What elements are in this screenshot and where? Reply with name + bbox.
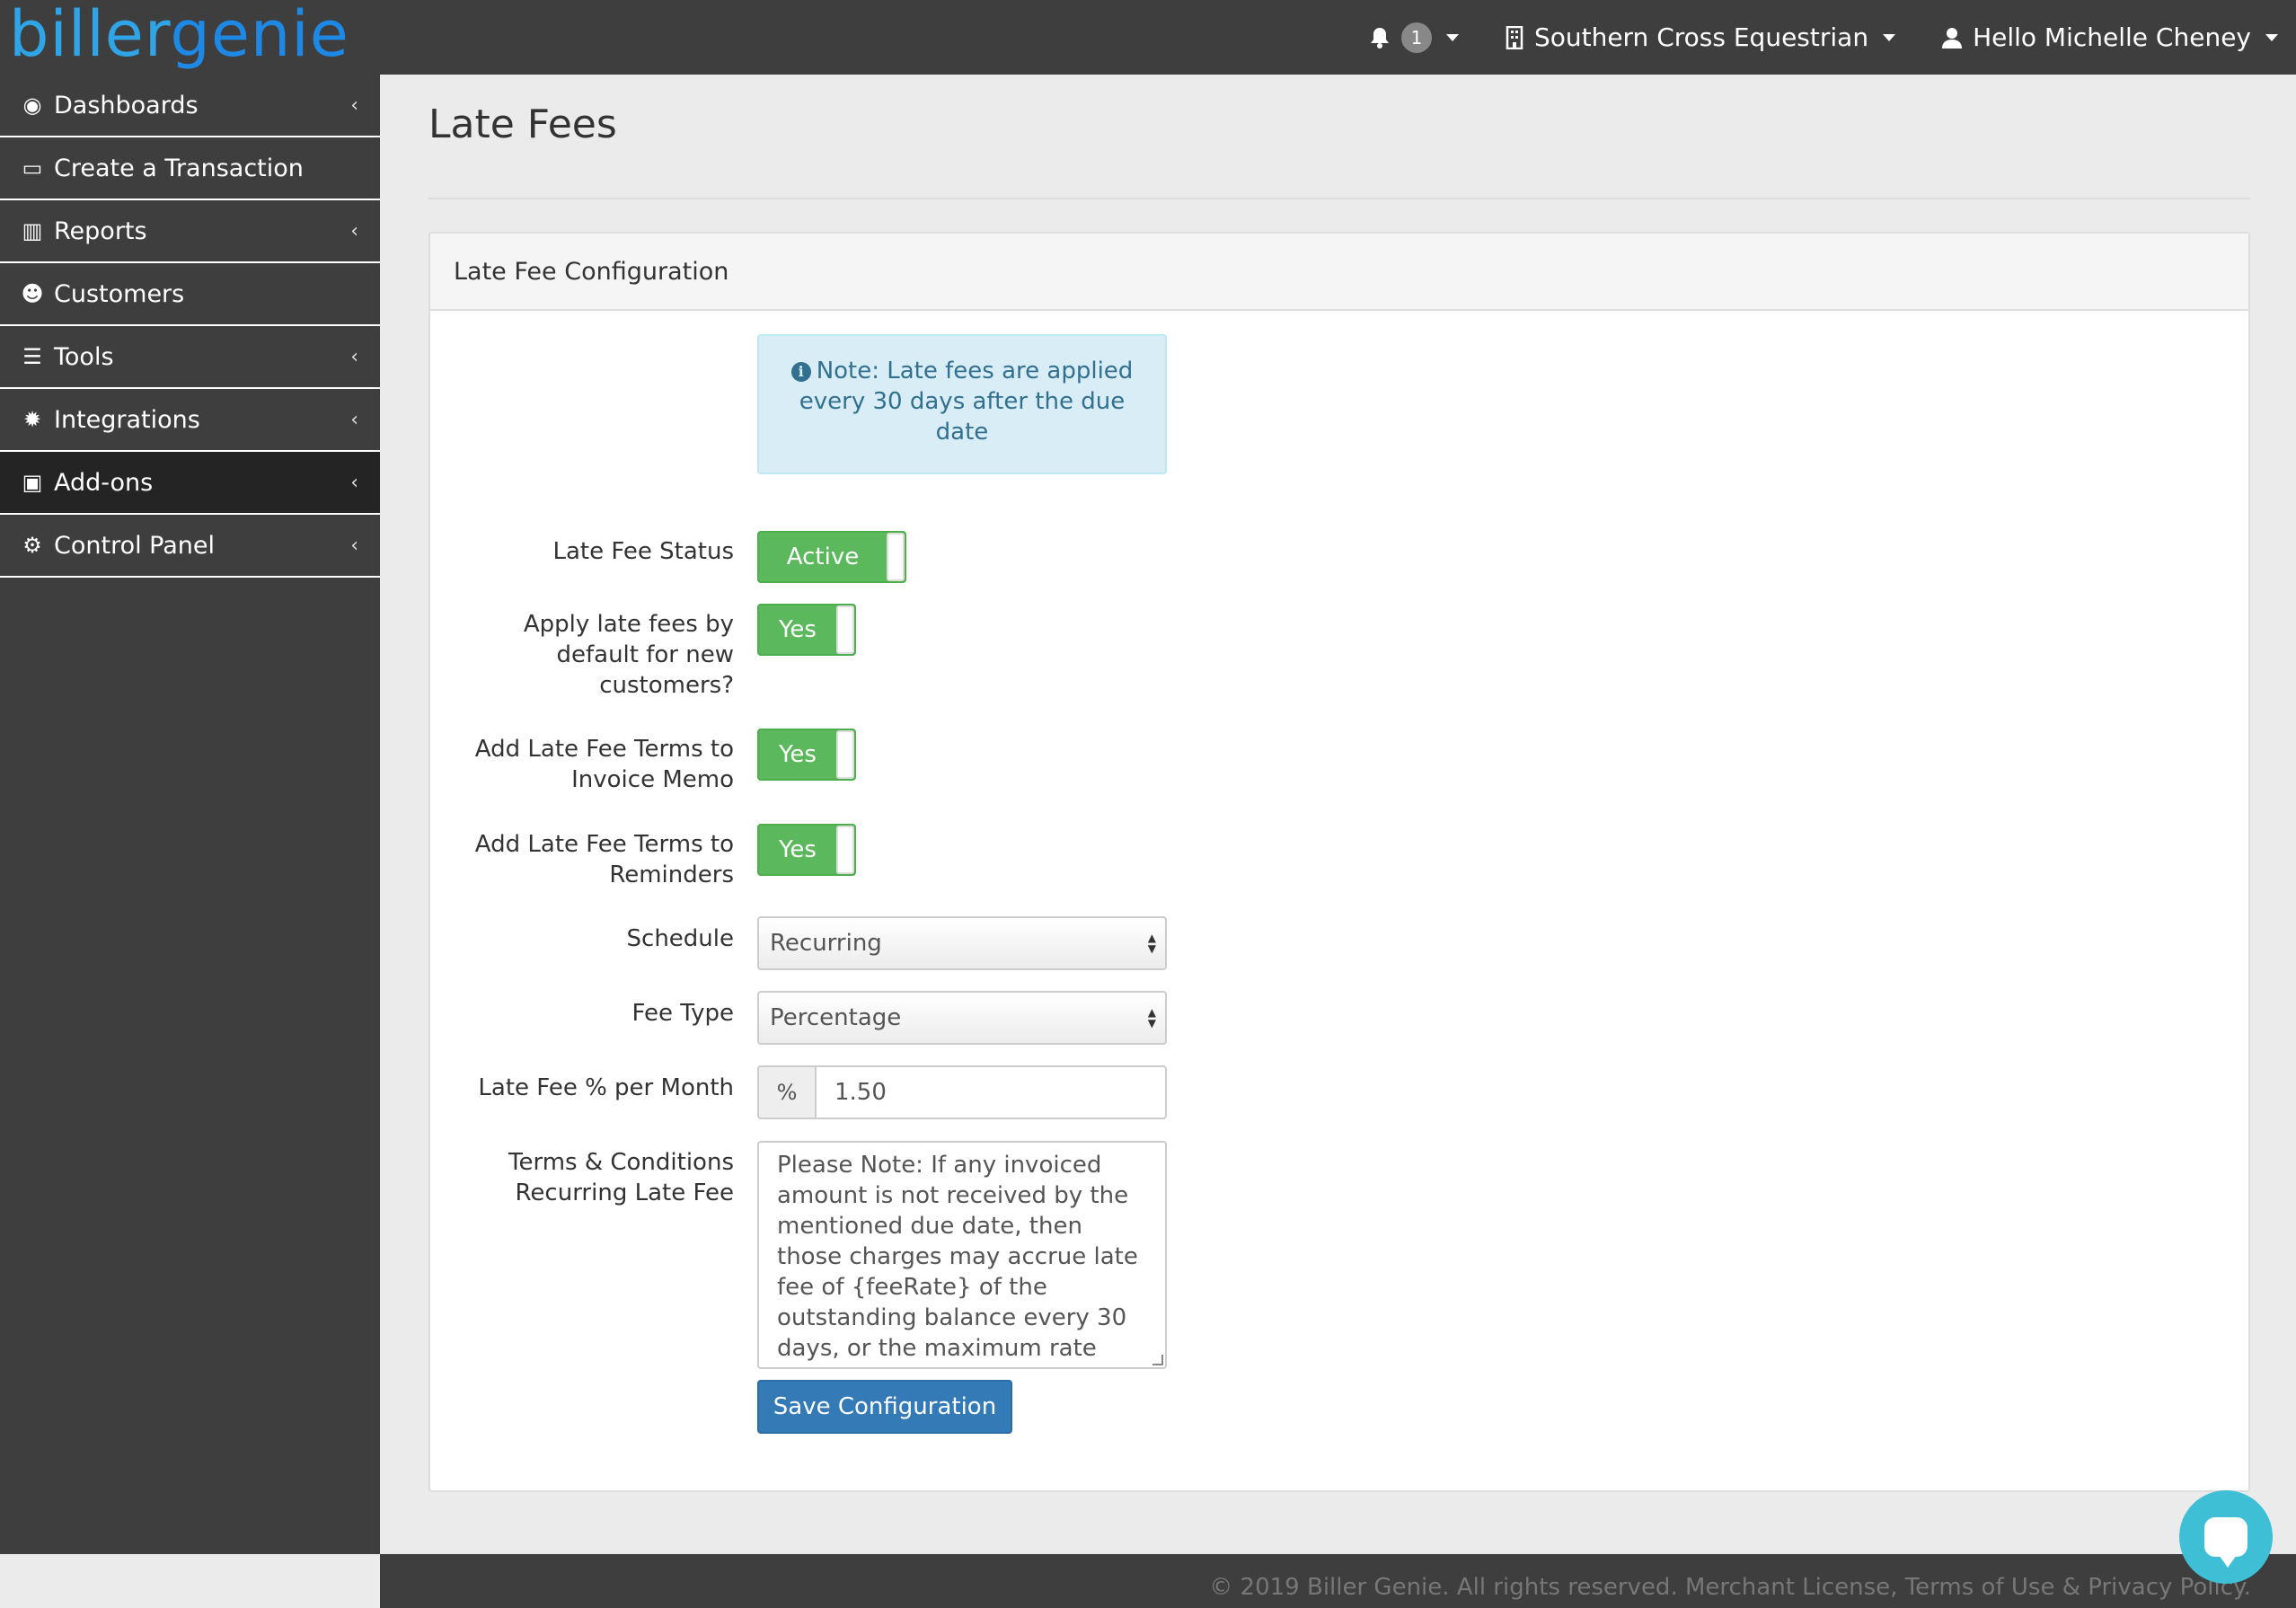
dashboard-icon: ◉	[22, 93, 42, 118]
late-fee-status-label: Late Fee Status	[552, 538, 734, 565]
info-circle-icon: i	[790, 362, 811, 382]
chevron-left-icon: ‹	[350, 409, 358, 431]
sidebar-item-label: Add-ons	[54, 468, 154, 497]
sliders-icon: ☰	[22, 344, 42, 369]
sidebar-item-label: Reports	[54, 216, 147, 245]
sidebar-item-label: Control Panel	[54, 531, 216, 560]
info-note-text: Note: Late fees are applied every 30 day…	[799, 358, 1134, 446]
invoice-memo-label: Add Late Fee Terms to Invoice Memo	[474, 736, 734, 793]
invoice-memo-toggle[interactable]: Yes	[757, 729, 856, 781]
late-fee-rate-label: Late Fee % per Month	[478, 1074, 734, 1101]
late-fee-config-panel: Late Fee Configuration i Note: Late fees …	[428, 232, 2250, 1492]
chevron-left-icon: ‹	[350, 346, 358, 368]
late-fee-status-toggle[interactable]: Active	[757, 531, 906, 583]
notifications-dropdown[interactable]: 1	[1369, 22, 1459, 53]
fee-type-select[interactable]: Percentage ▲ ▼	[757, 991, 1167, 1045]
reminders-toggle[interactable]: Yes	[757, 824, 856, 876]
user-icon	[1942, 27, 1963, 49]
schedule-selected-value: Recurring	[770, 930, 882, 957]
select-arrows-icon: ▲ ▼	[1147, 1006, 1156, 1029]
sidebar-item-label: Tools	[54, 342, 114, 371]
toggle-text: Active	[786, 543, 860, 570]
apply-default-label: Apply late fees by default for new custo…	[523, 611, 734, 699]
terms-text: Please Note: If any invoiced amount is n…	[777, 1152, 1138, 1367]
late-fee-rate-group: % 1.50	[757, 1065, 1167, 1119]
toggle-text: Yes	[779, 616, 817, 643]
sidebar-item-tools[interactable]: ☰ Tools ‹	[0, 326, 380, 389]
company-dropdown[interactable]: Southern Cross Equestrian	[1506, 22, 1896, 52]
building-icon	[1506, 25, 1523, 49]
footer: © 2019 Biller Genie. All rights reserved…	[380, 1554, 2296, 1608]
chat-widget-button[interactable]	[2179, 1490, 2273, 1584]
resize-handle-icon[interactable]	[1152, 1355, 1163, 1365]
terms-textarea[interactable]: Please Note: If any invoiced amount is n…	[757, 1141, 1167, 1369]
late-fee-rate-input[interactable]: 1.50	[815, 1065, 1167, 1119]
sidebar-item-label: Customers	[54, 279, 185, 308]
image-icon: ▣	[22, 470, 43, 495]
bell-icon	[1370, 27, 1389, 49]
sidebar-item-dashboards[interactable]: ◉ Dashboards ‹	[0, 75, 380, 137]
sidebar-item-create-a-transaction[interactable]: ▭ Create a Transaction	[0, 137, 380, 200]
save-configuration-button[interactable]: Save Configuration	[757, 1380, 1012, 1434]
info-note: i Note: Late fees are applied every 30 da…	[757, 334, 1167, 474]
schedule-label: Schedule	[626, 925, 734, 952]
sidebar-item-control-panel[interactable]: ⚙ Control Panel ‹	[0, 515, 380, 578]
sidebar-item-add-ons[interactable]: ▣ Add-ons ‹	[0, 452, 380, 515]
sidebar-item-label: Create a Transaction	[54, 154, 304, 182]
panel-heading: Late Fee Configuration	[430, 234, 2248, 311]
credit-card-icon: ▭	[22, 155, 43, 181]
gear-icon: ✹	[22, 407, 42, 432]
footer-text: © 2019 Biller Genie. All rights reserved…	[1209, 1574, 2251, 1601]
chevron-down-icon	[1883, 33, 1896, 41]
top-navbar: billergenie 1 Southern Cross Equestrian …	[0, 0, 2296, 75]
chevron-down-icon	[1445, 33, 1459, 41]
brand-logo-part1: biller	[9, 0, 171, 71]
toggle-knob	[836, 826, 854, 874]
chevron-left-icon: ‹	[350, 94, 358, 117]
schedule-select[interactable]: Recurring ▲ ▼	[757, 916, 1167, 970]
terms-label: Terms & Conditions Recurring Late Fee	[508, 1149, 734, 1206]
select-arrows-icon: ▲ ▼	[1147, 932, 1156, 955]
sidebar: ◉ Dashboards ‹ ▭ Create a Transaction ▥ Report…	[0, 75, 380, 1554]
toggle-text: Yes	[779, 741, 817, 768]
chevron-left-icon: ‹	[350, 535, 358, 557]
chat-bubble-icon	[2204, 1517, 2247, 1568]
page-title: Late Fees	[428, 102, 617, 147]
toggle-text: Yes	[779, 836, 817, 863]
sidebar-item-customers[interactable]: ☻ Customers	[0, 263, 380, 326]
percent-addon: %	[757, 1065, 815, 1119]
sidebar-item-label: Integrations	[54, 405, 200, 434]
chevron-down-icon	[2265, 33, 2278, 41]
reminders-label: Add Late Fee Terms to Reminders	[474, 831, 734, 888]
company-name: Southern Cross Equestrian	[1533, 22, 1869, 52]
toggle-knob	[836, 605, 854, 654]
cogs-icon: ⚙	[22, 533, 42, 558]
chevron-left-icon: ‹	[350, 220, 358, 243]
notification-count-badge: 1	[1400, 22, 1432, 53]
sidebar-item-label: Dashboards	[54, 91, 199, 119]
users-icon: ☻	[21, 281, 44, 306]
chevron-left-icon: ‹	[350, 472, 358, 494]
sidebar-item-reports[interactable]: ▥ Reports ‹	[0, 200, 380, 263]
user-greeting: Hello Michelle Cheney	[1973, 22, 2251, 52]
sidebar-item-integrations[interactable]: ✹ Integrations ‹	[0, 389, 380, 452]
fee-type-selected-value: Percentage	[770, 1004, 902, 1031]
fee-type-label: Fee Type	[631, 1000, 734, 1027]
apply-default-toggle[interactable]: Yes	[757, 604, 856, 656]
brand-logo[interactable]: billergenie	[9, 0, 349, 75]
toggle-knob	[836, 730, 854, 779]
main-content: Late Fees Late Fee Configuration i Note: …	[380, 75, 2296, 1554]
top-right-menu: 1 Southern Cross Equestrian Hello Michel…	[1369, 0, 2278, 75]
title-divider	[428, 198, 2250, 199]
brand-logo-part2: genie	[170, 0, 349, 71]
toggle-knob	[887, 533, 905, 581]
user-dropdown[interactable]: Hello Michelle Cheney	[1942, 22, 2278, 52]
bar-chart-icon: ▥	[22, 218, 43, 243]
